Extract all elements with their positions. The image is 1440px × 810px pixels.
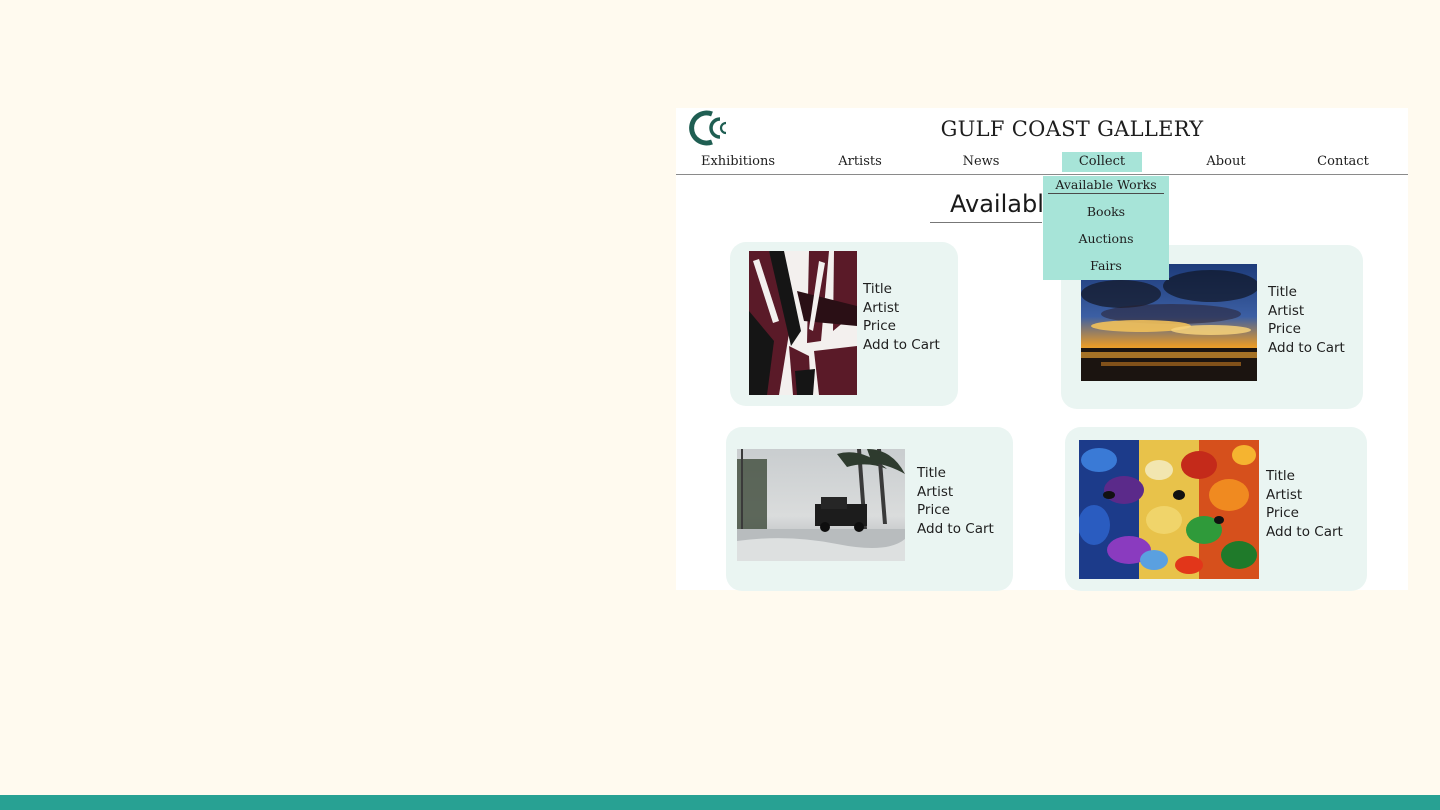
- dropdown-item-auctions[interactable]: Auctions: [1043, 231, 1169, 246]
- artwork-price: Price: [863, 318, 896, 334]
- main-nav: Exhibitions Artists News Collect About C…: [676, 152, 1408, 174]
- artwork-title[interactable]: Title: [1266, 467, 1343, 486]
- add-to-cart-button[interactable]: Add to Cart: [917, 520, 994, 539]
- artwork-artist[interactable]: Artist: [863, 299, 940, 318]
- artwork-image-sunset[interactable]: [1081, 264, 1257, 381]
- artwork-price: Price: [1266, 505, 1299, 521]
- artwork-info: Title Artist Price Add to Cart: [863, 280, 940, 354]
- artwork-image-hurricane[interactable]: [737, 449, 905, 561]
- dropdown-item-books[interactable]: Books: [1043, 204, 1169, 219]
- artwork-title[interactable]: Title: [917, 464, 994, 483]
- artwork-price: Price: [917, 502, 950, 518]
- artwork-price: Price: [1268, 321, 1301, 337]
- website-mockup: GULF COAST GALLERY Exhibitions Artists N…: [676, 108, 1408, 591]
- nav-item-exhibitions[interactable]: Exhibitions: [700, 152, 776, 172]
- artwork-card[interactable]: Title Artist Price Add to Cart: [1065, 427, 1367, 591]
- add-to-cart-button[interactable]: Add to Cart: [1268, 339, 1345, 358]
- artwork-image-liquid-abstract[interactable]: [1079, 440, 1259, 579]
- artwork-info: Title Artist Price Add to Cart: [1266, 467, 1343, 541]
- site-title[interactable]: GULF COAST GALLERY: [676, 117, 1408, 141]
- nav-item-collect[interactable]: Collect: [1062, 152, 1142, 172]
- nav-item-artists[interactable]: Artists: [830, 152, 890, 172]
- page-title: Available Works: [930, 188, 1042, 223]
- nav-item-about[interactable]: About: [1196, 152, 1256, 172]
- artwork-artist[interactable]: Artist: [1266, 486, 1343, 505]
- artwork-image-geometric[interactable]: [749, 251, 857, 395]
- artwork-artist[interactable]: Artist: [917, 483, 994, 502]
- artwork-info: Title Artist Price Add to Cart: [1268, 283, 1345, 357]
- artwork-artist[interactable]: Artist: [1268, 302, 1345, 321]
- artwork-info: Title Artist Price Add to Cart: [917, 464, 994, 538]
- dropdown-item-available-works[interactable]: Available Works: [1048, 177, 1164, 194]
- dropdown-item-fairs[interactable]: Fairs: [1043, 258, 1169, 273]
- artwork-card[interactable]: Title Artist Price Add to Cart: [726, 427, 1013, 591]
- add-to-cart-button[interactable]: Add to Cart: [1266, 523, 1343, 542]
- artwork-title[interactable]: Title: [863, 280, 940, 299]
- collect-dropdown-menu: Available Works Books Auctions Fairs: [1043, 176, 1169, 280]
- nav-item-contact[interactable]: Contact: [1312, 152, 1374, 172]
- artwork-card[interactable]: Title Artist Price Add to Cart: [730, 242, 958, 406]
- add-to-cart-button[interactable]: Add to Cart: [863, 336, 940, 355]
- nav-item-news[interactable]: News: [952, 152, 1010, 172]
- bottom-accent-bar: [0, 795, 1440, 810]
- artwork-title[interactable]: Title: [1268, 283, 1345, 302]
- nav-divider: [676, 174, 1408, 175]
- page-title-text: Available Works: [950, 190, 1042, 218]
